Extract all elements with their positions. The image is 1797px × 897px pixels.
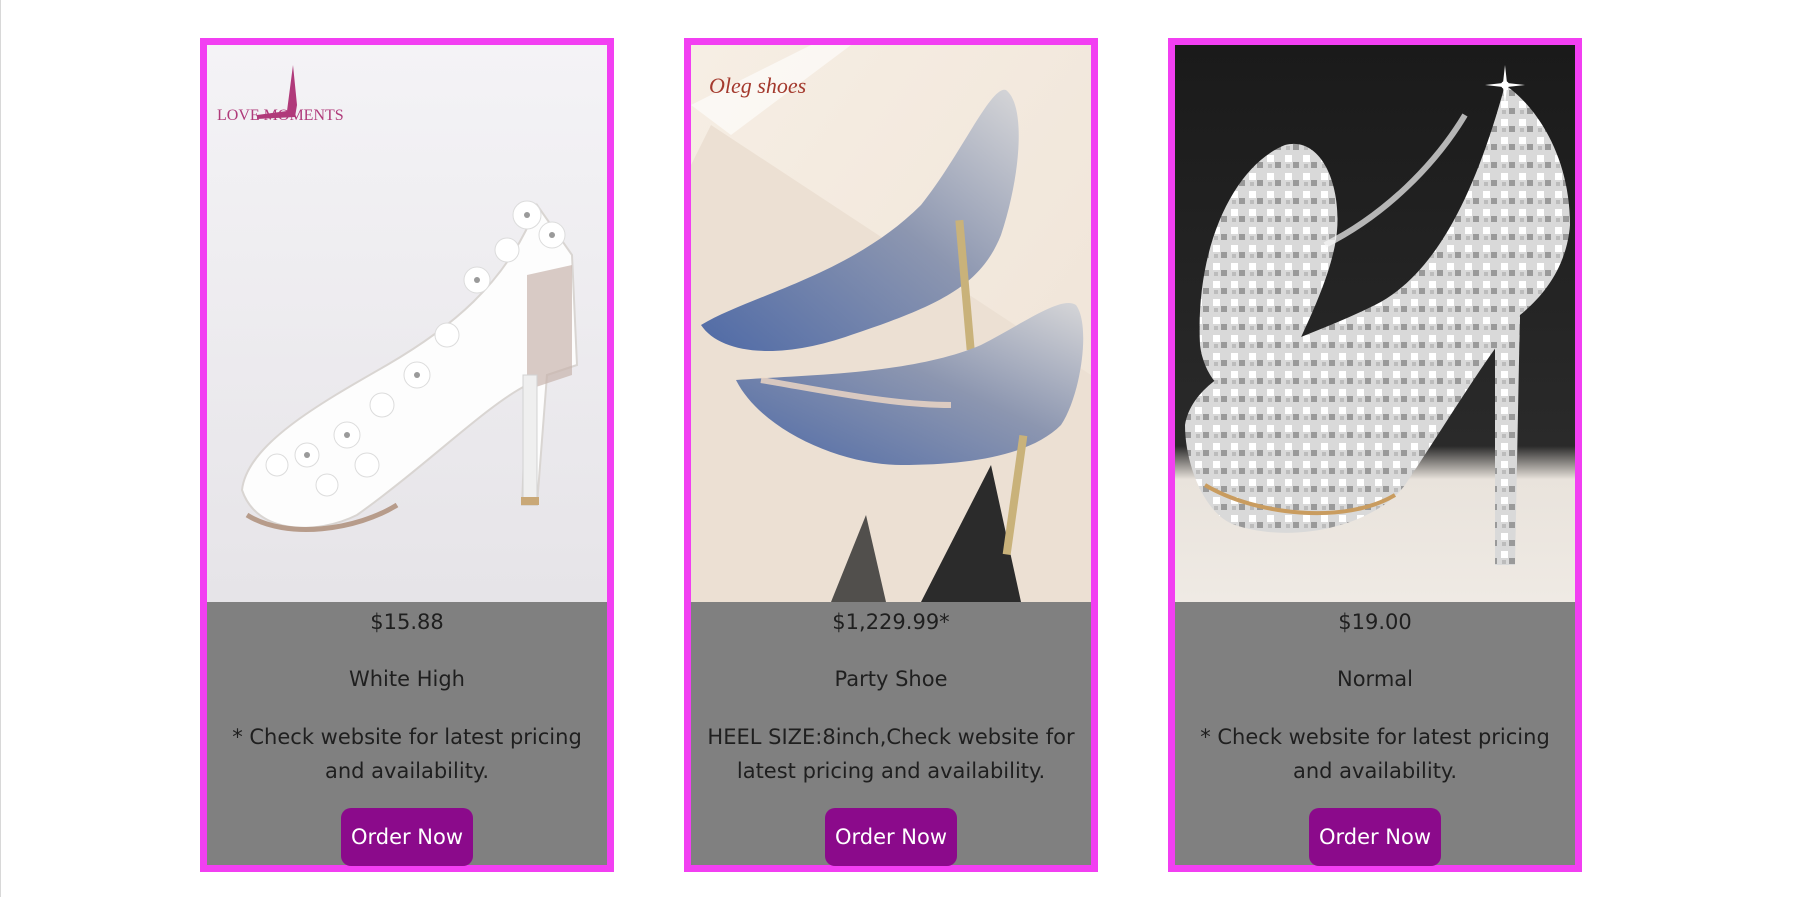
product-name: Party Shoe bbox=[834, 667, 948, 691]
product-grid: LOVE MOMENTS $15.88 White High * Check w… bbox=[0, 0, 1797, 897]
product-name: Normal bbox=[1337, 667, 1413, 691]
order-now-button[interactable]: Order Now bbox=[1309, 808, 1441, 866]
product-name: White High bbox=[348, 667, 465, 691]
product-image: Oleg shoes bbox=[691, 45, 1091, 602]
product-card: LOVE MOMENTS $15.88 White High * Check w… bbox=[200, 38, 614, 872]
product-image bbox=[1175, 45, 1575, 602]
page: LOVE MOMENTS $15.88 White High * Check w… bbox=[0, 0, 1797, 897]
product-price: $19.00 bbox=[1338, 610, 1412, 634]
crystal-heels-image bbox=[1175, 45, 1575, 602]
product-image: LOVE MOMENTS bbox=[207, 45, 607, 602]
product-description: * Check website for latest pricing and a… bbox=[1200, 725, 1550, 783]
oleg-shoes-logo: Oleg shoes bbox=[709, 73, 806, 98]
product-description: * Check website for latest pricing and a… bbox=[232, 725, 582, 783]
product-price: $15.88 bbox=[370, 610, 444, 634]
svg-text:LOVE MOMENTS: LOVE MOMENTS bbox=[217, 107, 344, 124]
product-description: HEEL SIZE:8inch,Check website for latest… bbox=[707, 725, 1075, 783]
product-card: $19.00 Normal * Check website for latest… bbox=[1168, 38, 1582, 872]
product-price: $1,229.99* bbox=[832, 610, 950, 634]
order-now-button[interactable]: Order Now bbox=[341, 808, 473, 866]
white-floral-heel-image: LOVE MOMENTS bbox=[207, 45, 607, 602]
product-card: Oleg shoes $1,229.99* Party Shoe HEEL SI… bbox=[684, 38, 1098, 872]
glitter-pumps-image: Oleg shoes bbox=[691, 45, 1091, 602]
order-now-button[interactable]: Order Now bbox=[825, 808, 957, 866]
